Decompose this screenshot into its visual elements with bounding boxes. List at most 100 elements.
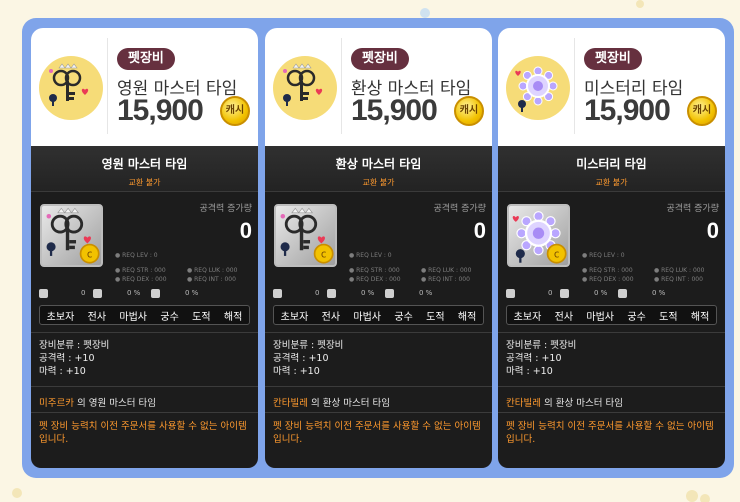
item-description: 칸타빌레 의 환상 마스터 타임 xyxy=(506,395,623,409)
svg-text:c: c xyxy=(87,250,93,261)
item-stats: 장비분류 : 펫장비 공격력 : +10 마력 : +10 xyxy=(273,339,343,378)
attack-increase-value: 0 xyxy=(239,218,252,243)
req-luk: ● REQ LUK : 000 xyxy=(421,267,472,274)
req-str: ● REQ STR : 000 xyxy=(115,267,166,274)
stat-magic: 마력 : +10 xyxy=(273,366,320,377)
tooltip-item-name: 영원 마스터 타임 xyxy=(101,157,188,171)
job-list: 초보자 전사 마법사 궁수 도적 해적 xyxy=(39,305,250,325)
job-magician: 마법사 xyxy=(119,311,148,323)
card-header[interactable]: 펫장비 영원 마스터 타임 15,900 캐시 xyxy=(31,28,258,146)
card-header[interactable]: 펫장비 미스터리 타임 15,900 캐시 xyxy=(498,28,725,146)
job-archer: 궁수 xyxy=(394,311,413,323)
item-icon-box: c xyxy=(274,204,337,267)
category-badge: 펫장비 xyxy=(584,48,642,70)
job-archer: 궁수 xyxy=(160,311,179,323)
tooltip-title-area: 환상 마스터 타임 교환 불가 xyxy=(265,146,492,192)
item-description: 미주르카 의 영원 마스터 타임 xyxy=(39,395,156,409)
job-pirate: 해적 xyxy=(457,311,477,323)
job-pirate: 해적 xyxy=(690,311,710,323)
item-note: 펫 장비 능력치 이전 주문서를 사용할 수 없는 아이템입니다. xyxy=(39,421,247,445)
gear-orb-icon: c xyxy=(512,211,567,264)
svg-text:c: c xyxy=(554,250,560,261)
cash-icon: 캐시 xyxy=(687,96,717,126)
divider xyxy=(31,386,258,387)
mini-value: 0 xyxy=(81,289,86,297)
req-int: ● REQ INT : 000 xyxy=(421,276,470,283)
item-tooltip: 환상 마스터 타임 교환 불가 c 공격력 증가량 0 ● REQ LEV : … xyxy=(265,146,492,468)
req-int: ● REQ INT : 000 xyxy=(654,276,703,283)
job-archer: 궁수 xyxy=(627,311,646,323)
mini-stat-row: 0 0 % 0 % xyxy=(506,288,717,300)
trade-status: 교환 불가 xyxy=(128,178,161,187)
decor-dot xyxy=(686,490,698,502)
divider xyxy=(265,412,492,413)
stat-attack: 공격력 : +10 xyxy=(506,353,562,364)
attack-increase-value: 0 xyxy=(706,218,719,243)
mini-value: 0 % xyxy=(185,289,199,297)
job-thief: 도적 xyxy=(426,311,445,323)
divider xyxy=(498,412,725,413)
item-card[interactable]: 펫장비 영원 마스터 타임 15,900 캐시 영원 마스터 타임 교환 불가 … xyxy=(31,28,258,468)
decor-dot xyxy=(700,494,710,502)
upgrade-icon xyxy=(93,289,102,298)
stat-category: 장비분류 : 펫장비 xyxy=(39,340,110,351)
key-icon xyxy=(49,63,89,106)
header-divider xyxy=(107,38,108,134)
item-thumbnail xyxy=(506,56,570,120)
pet-icon xyxy=(506,289,515,298)
tooltip-item-name: 미스터리 타임 xyxy=(576,157,647,171)
header-divider xyxy=(341,38,342,134)
description-text: 의 영원 마스터 타임 xyxy=(73,398,156,409)
job-magician: 마법사 xyxy=(586,311,615,323)
item-card[interactable]: 펫장비 환상 마스터 타임 15,900 캐시 환상 마스터 타임 교환 불가 … xyxy=(265,28,492,468)
item-icon-box: c xyxy=(507,204,570,267)
cash-icon: 캐시 xyxy=(454,96,484,126)
mini-value: 0 % xyxy=(594,289,608,297)
divider xyxy=(498,332,725,333)
tooltip-title-area: 영원 마스터 타임 교환 불가 xyxy=(31,146,258,192)
key-icon: c xyxy=(280,207,334,264)
decor-dot xyxy=(636,0,644,8)
item-card[interactable]: 펫장비 미스터리 타임 15,900 캐시 미스터리 타임 교환 불가 c 공격… xyxy=(498,28,725,468)
upgrade-icon xyxy=(560,289,569,298)
job-beginner: 초보자 xyxy=(280,311,309,323)
card-header[interactable]: 펫장비 환상 마스터 타임 15,900 캐시 xyxy=(265,28,492,146)
stat-category: 장비분류 : 펫장비 xyxy=(506,340,577,351)
item-tooltip: 미스터리 타임 교환 불가 c 공격력 증가량 0 ● REQ LEV : 0 … xyxy=(498,146,725,468)
description-owner: 칸타빌레 xyxy=(506,398,541,409)
job-beginner: 초보자 xyxy=(513,311,542,323)
item-icon-box: c xyxy=(40,204,103,267)
req-luk: ● REQ LUK : 000 xyxy=(654,267,705,274)
stat-category: 장비분류 : 펫장비 xyxy=(273,340,344,351)
key-icon: c xyxy=(46,207,100,264)
shield-icon xyxy=(618,289,627,298)
item-thumbnail xyxy=(273,56,337,120)
item-stats: 장비분류 : 펫장비 공격력 : +10 마력 : +10 xyxy=(506,339,576,378)
job-thief: 도적 xyxy=(659,311,678,323)
divider xyxy=(498,386,725,387)
job-warrior: 전사 xyxy=(321,311,341,323)
item-note: 펫 장비 능력치 이전 주문서를 사용할 수 없는 아이템입니다. xyxy=(506,421,714,445)
shield-icon xyxy=(385,289,394,298)
gear-orb-icon xyxy=(515,66,558,112)
cash-icon: 캐시 xyxy=(220,96,250,126)
req-dex: ● REQ DEX : 000 xyxy=(582,276,634,283)
mini-stat-row: 0 0 % 0 % xyxy=(273,288,484,300)
job-list: 초보자 전사 마법사 궁수 도적 해적 xyxy=(506,305,717,325)
description-text: 의 환상 마스터 타임 xyxy=(307,398,390,409)
req-str: ● REQ STR : 000 xyxy=(349,267,400,274)
shield-icon xyxy=(151,289,160,298)
attack-increase-label: 공격력 증가량 xyxy=(199,204,252,214)
item-description: 칸타빌레 의 환상 마스터 타임 xyxy=(273,395,390,409)
item-price: 15,900 xyxy=(584,94,671,127)
key-icon xyxy=(283,63,323,106)
mini-stat-row: 0 0 % 0 % xyxy=(39,288,250,300)
job-magician: 마법사 xyxy=(353,311,382,323)
mini-value: 0 % xyxy=(361,289,375,297)
mini-value: 0 % xyxy=(127,289,141,297)
job-beginner: 초보자 xyxy=(46,311,75,323)
item-stats: 장비분류 : 펫장비 공격력 : +10 마력 : +10 xyxy=(39,339,109,378)
decor-dot xyxy=(420,8,430,18)
trade-status: 교환 불가 xyxy=(595,178,628,187)
job-thief: 도적 xyxy=(192,311,211,323)
